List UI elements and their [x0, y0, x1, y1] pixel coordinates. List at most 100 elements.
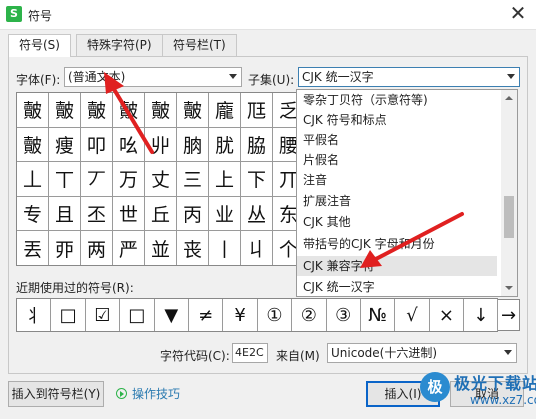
wps-app-icon: S	[6, 6, 22, 22]
symbol-grid: 皾 皾 皾 皾 皾 皾 龐 尫 乏 皾 痩 叩 吆 丱 朒 肬 脇 腰 丄 丅 …	[16, 92, 304, 266]
recent-symbol[interactable]: □	[51, 299, 86, 331]
symbol-cell[interactable]: 朒	[177, 127, 209, 163]
symbol-cell[interactable]: 皾	[113, 93, 145, 128]
recent-symbol[interactable]: ¥	[223, 299, 258, 331]
from-select[interactable]: Unicode(十六进制)	[327, 343, 517, 363]
subset-select[interactable]: CJK 统一汉字	[298, 67, 520, 87]
subset-option[interactable]: 零杂丁贝符（示意符等)	[297, 90, 497, 110]
symbol-cell[interactable]: 两	[81, 231, 113, 265]
font-select-value: (普通文本)	[68, 70, 126, 84]
chevron-down-icon	[229, 74, 237, 79]
symbol-cell[interactable]: 专	[17, 196, 49, 232]
symbol-cell[interactable]: 皾	[177, 93, 209, 128]
recent-symbol[interactable]: ▼	[155, 299, 189, 331]
site-watermark: 极 极光下载站 www.xz7.com	[418, 366, 536, 419]
recent-symbol[interactable]: №	[361, 299, 396, 331]
subset-option[interactable]: 片假名	[297, 150, 497, 170]
close-icon[interactable]: ✕	[508, 2, 528, 24]
scroll-down-icon[interactable]	[505, 286, 513, 290]
play-icon	[116, 388, 127, 399]
recent-symbols-label: 近期使用过的符号(R):	[16, 281, 134, 295]
recent-symbol[interactable]: ②	[292, 299, 327, 331]
recent-symbol[interactable]: ③	[327, 299, 361, 331]
watermark-logo: 极	[420, 372, 450, 402]
recent-symbol[interactable]: □	[120, 299, 155, 331]
subset-dropdown-list: 零杂丁贝符（示意符等) CJK 符号和标点 平假名 片假名 注音 扩展注音 CJ…	[296, 89, 518, 297]
symbol-cell[interactable]: 丩	[241, 231, 273, 265]
watermark-url: www.xz7.com	[470, 393, 536, 407]
recent-symbol[interactable]: ☑	[86, 299, 121, 331]
symbol-cell[interactable]: 丛	[241, 196, 273, 232]
recent-symbol[interactable]: 丬	[17, 299, 52, 331]
symbol-cell[interactable]: 丣	[49, 231, 81, 265]
symbol-cell[interactable]: 万	[113, 162, 145, 197]
symbol-cell[interactable]: 龐	[209, 93, 241, 128]
symbol-cell[interactable]: 叩	[81, 127, 113, 163]
watermark-title: 极光下载站	[454, 374, 536, 393]
recent-symbol[interactable]: ↓	[464, 299, 499, 331]
recent-symbol[interactable]: ×	[430, 299, 465, 331]
symbol-cell[interactable]: 上	[209, 162, 241, 197]
symbol-cell[interactable]: 丈	[145, 162, 177, 197]
symbol-cell[interactable]: 尫	[241, 93, 273, 128]
symbol-cell[interactable]: 皾	[17, 127, 49, 163]
subset-option[interactable]: 平假名	[297, 130, 497, 150]
symbol-cell[interactable]: 丕	[81, 196, 113, 232]
symbol-cell[interactable]: 丱	[145, 127, 177, 163]
symbol-cell[interactable]: 痩	[49, 127, 81, 163]
symbol-cell[interactable]: 皾	[145, 93, 177, 128]
dropdown-scrollbar[interactable]	[501, 90, 517, 296]
recent-symbol[interactable]: ≠	[189, 299, 224, 331]
window-title: 符号	[28, 9, 53, 23]
symbol-cell[interactable]: 皾	[49, 93, 81, 128]
tab-symbol-bar[interactable]: 符号栏(T)	[162, 34, 237, 56]
char-code-input[interactable]: 4E2C	[232, 343, 268, 363]
from-select-value: Unicode(十六进制)	[331, 346, 438, 360]
subset-option[interactable]: CJK 其他	[297, 212, 497, 232]
symbol-cell[interactable]: 丙	[177, 196, 209, 232]
symbol-cell[interactable]: 世	[113, 196, 145, 232]
chevron-down-icon	[504, 350, 512, 355]
title-bar: S 符号 ✕	[0, 0, 536, 30]
tips-link[interactable]: 操作技巧	[116, 385, 180, 402]
recent-symbol[interactable]: ①	[258, 299, 293, 331]
symbol-cell[interactable]: 肬	[209, 127, 241, 163]
symbol-cell[interactable]: 丨	[209, 231, 241, 265]
recent-symbol[interactable]: √	[395, 299, 430, 331]
char-code-label: 字符代码(C):	[160, 349, 230, 363]
symbol-cell[interactable]: 下	[241, 162, 273, 197]
subset-option[interactable]: 注音	[297, 170, 497, 190]
subset-option[interactable]: 扩展注音	[297, 191, 497, 211]
subset-option-highlighted[interactable]: CJK 兼容字符	[297, 256, 497, 276]
tab-symbols[interactable]: 符号(S)	[8, 34, 71, 57]
symbol-cell[interactable]: 丟	[17, 231, 49, 265]
symbol-cell[interactable]: 脇	[241, 127, 273, 163]
font-select[interactable]: (普通文本)	[64, 67, 242, 87]
subset-option[interactable]: CJK 符号和标点	[297, 110, 497, 130]
symbol-cell[interactable]: 吆	[113, 127, 145, 163]
symbol-cell[interactable]: 三	[177, 162, 209, 197]
symbol-cell[interactable]: 丅	[49, 162, 81, 197]
subset-option[interactable]: 带括号的CJK 字母和月份	[297, 234, 497, 254]
tips-label: 操作技巧	[132, 387, 181, 401]
symbol-cell[interactable]: 丘	[145, 196, 177, 232]
symbol-cell[interactable]: 皾	[81, 93, 113, 128]
symbol-cell[interactable]: 且	[49, 196, 81, 232]
scroll-thumb[interactable]	[504, 196, 514, 238]
tab-special-chars[interactable]: 特殊字符(P)	[76, 34, 163, 56]
symbol-cell[interactable]: 业	[209, 196, 241, 232]
symbol-cell[interactable]: 丆	[81, 162, 113, 197]
subset-select-value: CJK 统一汉字	[302, 70, 374, 84]
symbol-cell[interactable]: 严	[113, 231, 145, 265]
subset-option[interactable]: CJK 统一汉字	[297, 277, 497, 296]
symbol-cell[interactable]: 皾	[17, 93, 49, 128]
subset-label: 子集(U):	[248, 73, 295, 87]
symbol-cell[interactable]: 並	[145, 231, 177, 265]
insert-to-symbol-bar-button[interactable]: 插入到符号栏(Y)	[8, 381, 104, 407]
scroll-up-icon[interactable]	[505, 96, 513, 100]
chevron-down-icon	[507, 74, 515, 79]
symbol-cell[interactable]: 丄	[17, 162, 49, 197]
from-label: 来自(M)	[276, 349, 320, 363]
recent-symbol-last[interactable]: →	[498, 299, 520, 331]
symbol-cell[interactable]: 丧	[177, 231, 209, 265]
